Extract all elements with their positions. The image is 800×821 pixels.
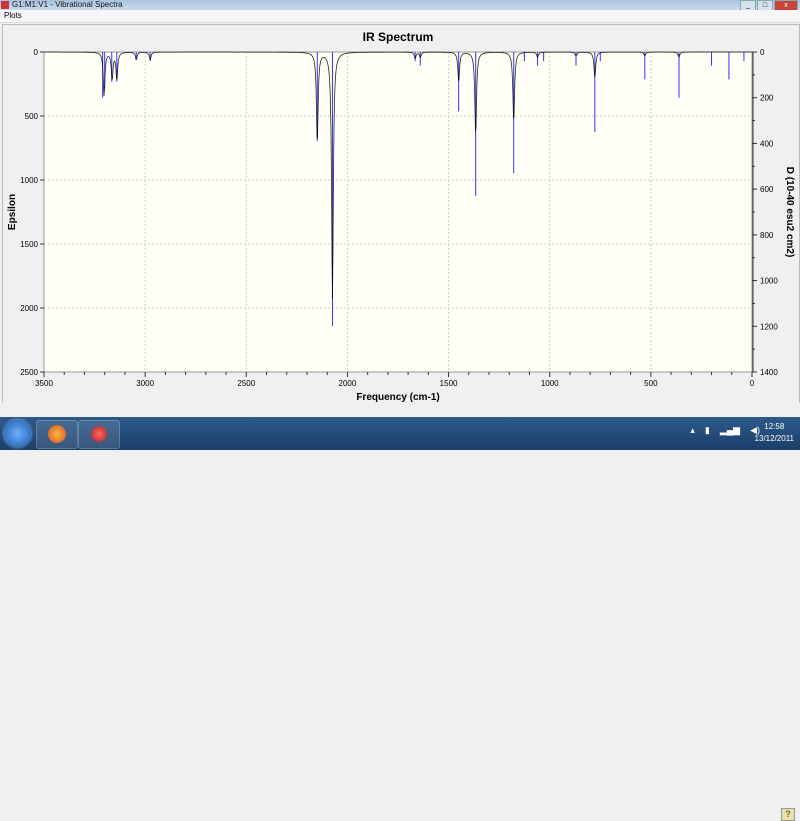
y-left-tick-label: 2500 — [20, 368, 38, 377]
x-tick-label: 2000 — [339, 379, 357, 388]
y-right-tick-label: 400 — [760, 139, 774, 148]
taskbar: ▴ ▮ ▂▄▆ ◀) 12:58 13/12/2011 — [0, 417, 800, 450]
x-tick-label: 3500 — [35, 379, 53, 388]
y-right-tick-label: 200 — [760, 94, 774, 103]
network-icon[interactable]: ▂▄▆ — [720, 425, 740, 436]
app-icon — [1, 1, 9, 9]
plot-area — [43, 51, 753, 373]
menu-plots[interactable]: Plots — [4, 11, 22, 20]
y-left-tick-label: 1500 — [20, 240, 38, 249]
y-left-axis-label: Epsilon — [7, 194, 18, 230]
taskbar-firefox[interactable] — [36, 420, 78, 449]
x-tick-label: 1000 — [541, 379, 559, 388]
taskbar-app[interactable] — [78, 420, 120, 449]
y-right-tick-label: 600 — [760, 185, 774, 194]
x-tick-label: 0 — [750, 379, 755, 388]
chart-frame: IR Spectrum 3500 3000 2500 2000 1500 1000 500 0 0… — [2, 24, 800, 404]
chart-title: IR Spectrum — [363, 30, 434, 44]
y-right-tick-label: 1400 — [760, 368, 778, 377]
show-hidden-icons[interactable]: ▴ — [690, 425, 695, 436]
x-tick-label: 3000 — [136, 379, 154, 388]
molecule-icon — [91, 426, 107, 442]
time: 12:58 — [764, 422, 785, 431]
ir-spectrum-chart[interactable]: IR Spectrum3500 3000 2500 2000 1500 1000 500 00… — [3, 25, 799, 403]
y-left-tick-label: 1000 — [20, 176, 38, 185]
y-right-tick-label: 1200 — [760, 322, 778, 331]
menu-bar: Plots — [0, 10, 800, 23]
y-left-tick-label: 2000 — [20, 304, 38, 313]
start-button[interactable] — [4, 420, 31, 447]
x-tick-label: 500 — [644, 379, 658, 388]
y-right-axis-label: D (10-40 esu2 cm2) — [784, 167, 795, 258]
y-left-tick-label: 500 — [25, 112, 39, 121]
firefox-icon — [48, 425, 66, 443]
date: 13/12/2011 — [754, 434, 794, 443]
y-right-tick-label: 0 — [760, 48, 765, 57]
clock[interactable]: 12:58 13/12/2011 — [755, 421, 794, 445]
action-center-icon[interactable]: ▮ — [705, 425, 710, 436]
y-right-tick-label: 1000 — [760, 277, 778, 286]
y-left-tick-label: 0 — [34, 48, 39, 57]
x-tick-label: 1500 — [440, 379, 458, 388]
x-tick-label: 2500 — [237, 379, 255, 388]
window-title: G1:M1:V1 - Vibrational Spectra — [12, 0, 123, 9]
y-right-tick-label: 800 — [760, 231, 774, 240]
status-bar: ? — [0, 403, 800, 821]
system-tray: ▴ ▮ ▂▄▆ ◀) — [690, 425, 760, 436]
window-title-bar: G1:M1:V1 - Vibrational Spectra _ □ x — [0, 0, 800, 11]
help-button[interactable]: ? — [781, 808, 795, 821]
x-axis-label: Frequency (cm-1) — [356, 392, 439, 403]
